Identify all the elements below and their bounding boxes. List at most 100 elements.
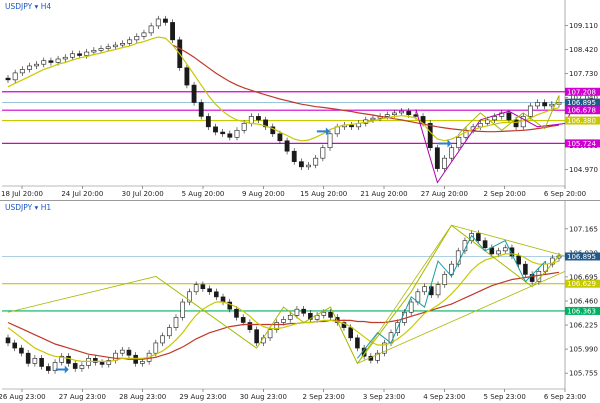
chart-0-candle [5, 77, 11, 81]
chart-1-ytick-label: 106.460 [569, 298, 598, 306]
chart-1-candle [408, 301, 414, 313]
chart-0-candle [313, 157, 319, 166]
chart-1-candle [79, 365, 85, 369]
chart-1-xtick-label: 5 Sep 23:00 [484, 393, 526, 401]
chart-1-candle [200, 284, 206, 290]
chart-0-candle [184, 67, 190, 86]
chart-1-candle [39, 358, 44, 367]
chart-1-candle [482, 240, 488, 249]
chart-0-xtick-label: 18 Jul 20:00 [1, 190, 43, 198]
chart-1-candle [348, 327, 353, 339]
chart-1-candle [281, 319, 286, 323]
chart-1-candle [153, 342, 159, 354]
chart-0-candle [227, 133, 233, 138]
chart-0-candle [370, 117, 376, 121]
chart-0-xtick-label: 9 Aug 20:00 [242, 190, 285, 198]
chart-1-price-tag-label: 106.629 [567, 280, 596, 288]
chart-panel-h1: USDJPY ▾ H1107.165106.930106.695106.4601… [0, 200, 600, 403]
chart-0-candle [291, 150, 297, 162]
chart-1-candle [173, 317, 179, 328]
chart-0-candle [506, 112, 512, 121]
chart-1-candle [476, 233, 481, 241]
chart-0-candle [12, 72, 18, 81]
chart-0-price-tag-label: 106.380 [567, 117, 596, 125]
chart-1-candle [247, 322, 253, 330]
chart-1-ytick-label: 107.165 [569, 225, 598, 233]
chart-0-candle [55, 58, 61, 63]
chart-1-xtick-label: 4 Sep 23:00 [423, 393, 465, 401]
chart-1-candle [193, 284, 199, 293]
chart-1-candle [5, 337, 11, 344]
chart-1-candle [435, 284, 441, 296]
chart-1-candle [321, 311, 327, 316]
chart-1-xtick-label: 6 Sep 23:00 [544, 393, 586, 401]
chart-1-candle [160, 335, 165, 344]
chart-0-ytick-label: 104.970 [569, 166, 598, 174]
chart-0-candle [277, 133, 283, 142]
chart-1-candle [140, 361, 145, 364]
chart-1-candle [422, 286, 427, 293]
chart-0-xtick-label: 21 Aug 20:00 [360, 190, 407, 198]
chart-0-candle [234, 130, 240, 138]
chart-0-candle [327, 133, 333, 149]
chart-0-candle [384, 114, 390, 117]
chart-1-candle [46, 366, 51, 371]
chart-0-price-tag-label: 105.724 [567, 140, 596, 148]
chart-0-candle [456, 136, 462, 149]
chart-1-candle [267, 329, 273, 339]
chart-0-candle [306, 164, 311, 168]
chart-0-candle [98, 48, 104, 51]
h4-chart: USDJPY ▾ H4109.110108.420107.730107.0401… [1, 0, 600, 200]
chart-0-candle [62, 56, 68, 60]
chart-1-candle [12, 342, 18, 349]
chart-1-ytick-label: 105.990 [569, 346, 598, 354]
chart-1-candle [214, 291, 219, 298]
chart-1-price-tag-label: 106.895 [567, 253, 596, 261]
chart-1-candle [496, 250, 501, 255]
h1-chart: USDJPY ▾ H1107.165106.930106.695106.4601… [0, 201, 600, 403]
chart-1-candle [19, 347, 24, 354]
chart-1-xtick-label: 29 Aug 23:00 [179, 393, 226, 401]
chart-0-xtick-label: 24 Jul 20:00 [61, 190, 103, 198]
chart-1-candle [234, 308, 239, 318]
chart-1-candle [523, 263, 528, 275]
chart-0-candle [449, 147, 455, 159]
chart-0-candle [213, 126, 218, 133]
chart-1-title: USDJPY ▾ H1 [5, 203, 51, 212]
chart-0-candle [406, 110, 412, 115]
chart-0-candle [112, 44, 118, 48]
chart-0-candle [141, 32, 147, 37]
chart-0-candle [84, 51, 90, 56]
chart-0-candle [248, 116, 254, 124]
chart-0-candle [391, 112, 397, 115]
chart-1-candle [32, 358, 38, 364]
chart-0-candle [298, 161, 304, 168]
chart-1-plot-area [2, 201, 565, 403]
chart-1-candle [72, 363, 78, 369]
chart-0-candle [148, 25, 154, 34]
chart-0-candle [105, 46, 111, 49]
chart-0-candle [205, 116, 211, 128]
chart-0-ytick-label: 109.110 [569, 22, 598, 30]
chart-0-candle [48, 60, 54, 63]
chart-1-candle [301, 308, 306, 314]
chart-1-candle [502, 247, 508, 252]
chart-0-candle [513, 119, 519, 128]
chart-0-candle [399, 110, 404, 114]
chart-0-candle [120, 43, 125, 46]
chart-0-candle [155, 18, 161, 27]
chart-0-candle [198, 102, 204, 117]
chart-1-xtick-label: 2 Sep 23:00 [303, 393, 345, 401]
chart-0-candle [241, 123, 247, 131]
chart-1-candle [287, 315, 293, 320]
chart-0-candle [191, 84, 197, 103]
chart-0-candle [527, 105, 533, 117]
chart-1-candle [99, 362, 105, 365]
chart-0-candle [27, 65, 32, 70]
chart-1-candle [180, 301, 185, 318]
chart-1-xtick-label: 30 Aug 23:00 [240, 393, 287, 401]
chart-0-candle [127, 39, 133, 44]
chart-1-candle [355, 337, 360, 349]
chart-0-xtick-label: 5 Aug 20:00 [182, 190, 225, 198]
chart-0-candle [134, 36, 140, 41]
